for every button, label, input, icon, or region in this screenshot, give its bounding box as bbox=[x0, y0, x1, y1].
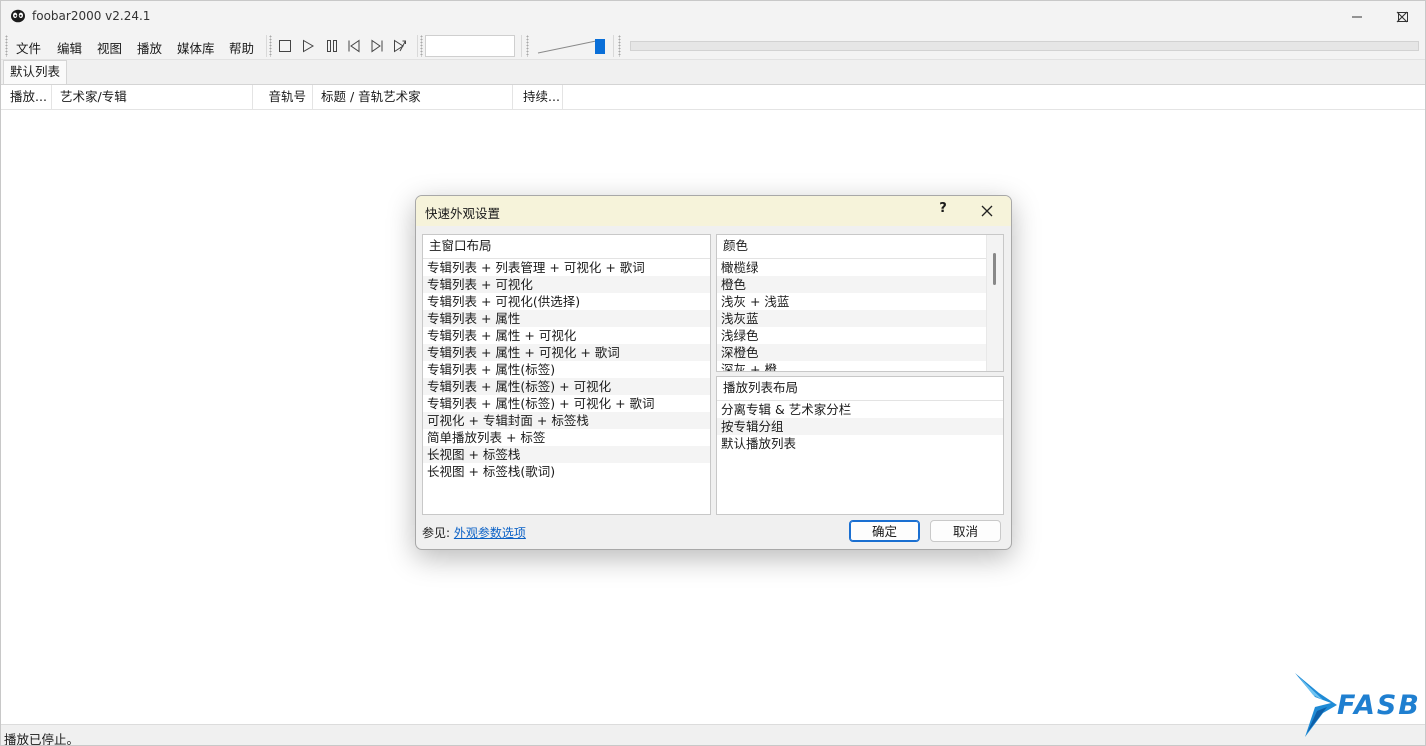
list-item[interactable]: 专辑列表 + 属性 + 可视化 + 歌词 bbox=[423, 344, 710, 361]
toolbar-grip[interactable] bbox=[5, 35, 8, 57]
random-icon[interactable] bbox=[393, 39, 407, 53]
menu-help[interactable]: 帮助 bbox=[229, 38, 254, 57]
tab-default-playlist[interactable]: 默认列表 bbox=[3, 60, 68, 84]
menu-library[interactable]: 媒体库 bbox=[177, 38, 215, 57]
stop-icon[interactable] bbox=[278, 39, 292, 53]
minimize-button[interactable] bbox=[1334, 1, 1380, 32]
next-icon[interactable] bbox=[370, 39, 384, 53]
fasb-watermark-logo: FASB bbox=[1293, 673, 1423, 739]
window-title: foobar2000 v2.24.1 bbox=[32, 9, 151, 23]
volume-slider[interactable] bbox=[536, 35, 608, 57]
list-item[interactable]: 浅灰蓝 bbox=[717, 310, 986, 327]
list-item[interactable]: 按专辑分组 bbox=[717, 418, 1003, 435]
list-item[interactable]: 橙色 bbox=[717, 276, 986, 293]
dialog-close-icon[interactable] bbox=[978, 202, 996, 220]
column-track-number[interactable]: 音轨号 bbox=[253, 85, 313, 109]
color-scheme-list[interactable]: 颜色 橄榄绿 橙色 浅灰 + 浅蓝 浅灰蓝 浅绿色 深橙色 深灰 + 橙 bbox=[716, 234, 1004, 372]
dialog-title: 快速外观设置 bbox=[425, 206, 501, 221]
cancel-button[interactable]: 取消 bbox=[930, 520, 1001, 542]
ok-button[interactable]: 确定 bbox=[849, 520, 920, 542]
toolbar-grip[interactable] bbox=[618, 35, 621, 57]
toolbar-grip[interactable] bbox=[269, 35, 272, 57]
pause-icon[interactable] bbox=[325, 39, 339, 53]
playlist-column-header: 播放... 艺术家/专辑 音轨号 标题 / 音轨艺术家 持续... bbox=[1, 85, 1425, 110]
list-item[interactable]: 深橙色 bbox=[717, 344, 986, 361]
column-title-artist[interactable]: 标题 / 音轨艺术家 bbox=[313, 85, 513, 109]
colors-scrollbar[interactable] bbox=[986, 235, 1003, 371]
menu-view[interactable]: 视图 bbox=[97, 38, 122, 57]
list-item[interactable]: 专辑列表 + 属性(标签) + 可视化 bbox=[423, 378, 710, 395]
dialog-title-bar: 快速外观设置 ? bbox=[416, 196, 1011, 226]
main-layout-header: 主窗口布局 bbox=[423, 235, 710, 259]
close-icon bbox=[1396, 11, 1408, 22]
appearance-preferences-link[interactable]: 外观参数选项 bbox=[454, 526, 526, 540]
list-item[interactable]: 橄榄绿 bbox=[717, 259, 986, 276]
previous-icon[interactable] bbox=[347, 39, 361, 53]
toolbar-grip[interactable] bbox=[526, 35, 529, 57]
list-item[interactable]: 专辑列表 + 可视化 bbox=[423, 276, 710, 293]
menu-edit[interactable]: 编辑 bbox=[57, 38, 82, 57]
play-icon[interactable] bbox=[301, 39, 315, 53]
list-item[interactable]: 浅绿色 bbox=[717, 327, 986, 344]
column-artist-album[interactable]: 艺术家/专辑 bbox=[52, 85, 253, 109]
playlist-tabs: 默认列表 bbox=[1, 60, 1425, 85]
volume-thumb[interactable] bbox=[595, 39, 605, 54]
playback-order-box[interactable] bbox=[425, 35, 515, 57]
toolbar-grip[interactable] bbox=[420, 35, 423, 57]
status-bar: 播放已停止。 bbox=[1, 724, 1425, 746]
foobar-logo-icon bbox=[11, 9, 25, 23]
list-item[interactable]: 专辑列表 + 属性 bbox=[423, 310, 710, 327]
list-item[interactable]: 长视图 + 标签栈 bbox=[423, 446, 710, 463]
close-button[interactable] bbox=[1379, 1, 1425, 32]
title-bar: foobar2000 v2.24.1 bbox=[1, 1, 1425, 32]
toolbar-separator bbox=[266, 35, 267, 57]
list-item[interactable]: 专辑列表 + 可视化(供选择) bbox=[423, 293, 710, 310]
list-item[interactable]: 可视化 + 专辑封面 + 标签栈 bbox=[423, 412, 710, 429]
see-also-row: 参见: 外观参数选项 bbox=[422, 524, 526, 541]
list-item[interactable]: 长视图 + 标签栈(歌词) bbox=[423, 463, 710, 480]
list-item[interactable]: 深灰 + 橙 bbox=[717, 361, 986, 371]
list-item[interactable]: 专辑列表 + 属性(标签) bbox=[423, 361, 710, 378]
list-item[interactable]: 专辑列表 + 列表管理 + 可视化 + 歌词 bbox=[423, 259, 710, 276]
see-also-label: 参见: bbox=[422, 526, 454, 540]
list-item[interactable]: 简单播放列表 + 标签 bbox=[423, 429, 710, 446]
scrollbar-thumb[interactable] bbox=[993, 253, 996, 285]
help-button[interactable]: ? bbox=[935, 201, 951, 219]
colors-header: 颜色 bbox=[717, 235, 986, 259]
playlist-layout-header: 播放列表布局 bbox=[717, 377, 1003, 401]
menu-playback[interactable]: 播放 bbox=[137, 38, 162, 57]
playlist-layout-list[interactable]: 播放列表布局 分离专辑 & 艺术家分栏 按专辑分组 默认播放列表 bbox=[716, 376, 1004, 515]
list-item[interactable]: 分离专辑 & 艺术家分栏 bbox=[717, 401, 1003, 418]
quick-appearance-setup-dialog: 快速外观设置 ? 主窗口布局 专辑列表 + 列表管理 + 可视化 + 歌词 专辑… bbox=[415, 195, 1012, 550]
column-duration[interactable]: 持续... bbox=[513, 85, 563, 109]
toolbar-separator bbox=[613, 35, 614, 57]
minimize-icon bbox=[1352, 16, 1362, 17]
seek-bar[interactable] bbox=[630, 41, 1419, 51]
status-text: 播放已停止。 bbox=[4, 732, 80, 746]
list-item[interactable]: 专辑列表 + 属性(标签) + 可视化 + 歌词 bbox=[423, 395, 710, 412]
menu-file[interactable]: 文件 bbox=[16, 38, 41, 57]
list-item[interactable]: 专辑列表 + 属性 + 可视化 bbox=[423, 327, 710, 344]
list-item[interactable]: 浅灰 + 浅蓝 bbox=[717, 293, 986, 310]
toolbar-separator bbox=[521, 35, 522, 57]
watermark-text: FASB bbox=[1337, 690, 1421, 721]
list-item[interactable]: 默认播放列表 bbox=[717, 435, 1003, 452]
column-playing[interactable]: 播放... bbox=[1, 85, 52, 109]
toolbar-separator bbox=[417, 35, 418, 57]
main-layout-list[interactable]: 主窗口布局 专辑列表 + 列表管理 + 可视化 + 歌词 专辑列表 + 可视化 … bbox=[422, 234, 711, 515]
